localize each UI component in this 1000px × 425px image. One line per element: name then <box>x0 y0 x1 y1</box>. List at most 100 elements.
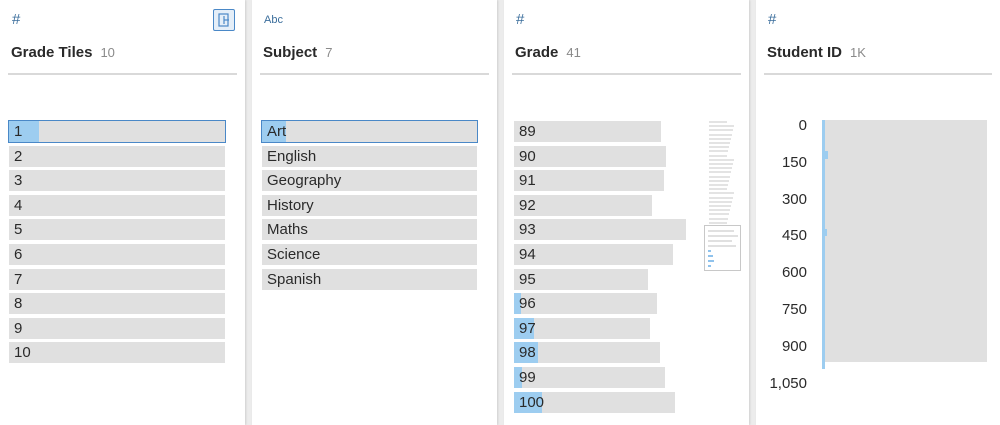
value-row[interactable]: 95 <box>514 268 648 290</box>
value-row[interactable]: 5 <box>9 219 225 241</box>
value-label: 2 <box>14 147 23 165</box>
value-row[interactable]: 96 <box>514 293 657 315</box>
value-label: 95 <box>519 270 536 288</box>
field-name: Subject <box>263 44 318 61</box>
minimap-line <box>709 150 728 153</box>
header-divider <box>8 73 237 75</box>
minimap-line <box>709 217 728 220</box>
value-row[interactable]: 94 <box>514 244 673 265</box>
value-row[interactable]: 90 <box>514 145 666 167</box>
field-title[interactable]: Subject 7 <box>263 44 332 61</box>
value-label: Art <box>267 123 287 140</box>
minimap-line <box>709 221 727 224</box>
value-row[interactable]: 3 <box>9 170 225 192</box>
value-row[interactable]: Science <box>262 244 477 265</box>
value-label: Science <box>267 246 321 263</box>
split-pane-button[interactable] <box>213 9 235 31</box>
value-label: 98 <box>519 344 536 362</box>
value-row[interactable]: 98 <box>514 342 660 364</box>
value-label: 8 <box>14 295 23 313</box>
value-bar <box>9 170 225 192</box>
value-bar <box>9 244 225 265</box>
header-divider <box>764 73 992 75</box>
axis-tick-label: 0 <box>798 117 807 134</box>
minimap-line <box>709 133 732 136</box>
minimap-line <box>709 129 733 132</box>
value-bar <box>9 121 225 142</box>
field-name: Student ID <box>767 44 842 61</box>
value-row[interactable]: 8 <box>9 293 225 315</box>
field-title[interactable]: Grade 41 <box>515 44 581 61</box>
minimap-viewport[interactable] <box>704 225 741 271</box>
value-row[interactable]: 6 <box>9 244 225 265</box>
minimap-line <box>709 158 734 161</box>
value-bar <box>262 121 477 142</box>
value-row[interactable]: 99 <box>514 367 665 388</box>
axis-tick-label: 1,050 <box>769 374 807 392</box>
minimap-line <box>709 171 731 174</box>
value-label: 90 <box>519 147 536 165</box>
histogram-bin[interactable] <box>822 352 987 362</box>
value-bar <box>9 194 225 216</box>
value-row[interactable]: Maths <box>262 219 477 241</box>
value-row[interactable]: 1 <box>8 120 226 143</box>
value-bar <box>9 317 225 339</box>
value-row[interactable]: 89 <box>514 121 661 142</box>
value-row[interactable]: 2 <box>9 145 225 167</box>
value-label: 6 <box>14 246 23 263</box>
number-type-icon: # <box>12 11 21 28</box>
value-label: 4 <box>14 196 23 214</box>
profile-card-grade-tiles: # Grade Tiles 10 1 2 3 4 5 6 7 8 9 10 <box>0 0 245 425</box>
value-row[interactable]: 100 <box>514 391 675 413</box>
value-bar <box>514 219 686 241</box>
value-bar <box>514 170 664 192</box>
value-bar <box>514 367 665 388</box>
axis-tick-label: 300 <box>781 190 807 208</box>
value-label: 7 <box>14 270 23 288</box>
minimap-line <box>709 175 730 178</box>
value-bar <box>514 244 673 265</box>
minimap-line <box>709 154 727 157</box>
minimap-line <box>709 137 731 140</box>
value-bar <box>514 121 661 142</box>
minimap-line <box>709 163 733 165</box>
minimap-line <box>709 200 732 203</box>
value-label: English <box>267 147 317 165</box>
value-row[interactable]: History <box>262 194 477 216</box>
number-type-icon: # <box>516 11 525 28</box>
field-title[interactable]: Student ID 1K <box>767 44 866 61</box>
value-row[interactable]: 92 <box>514 194 652 216</box>
value-label: Maths <box>267 221 308 239</box>
minimap-line <box>709 142 730 144</box>
value-row[interactable]: 93 <box>514 219 686 241</box>
value-row[interactable]: Geography <box>262 170 477 192</box>
value-row[interactable]: Art <box>261 120 478 143</box>
value-row[interactable]: English <box>262 145 477 167</box>
minimap-line <box>709 167 732 170</box>
minimap-line <box>709 213 729 216</box>
distinct-count: 10 <box>100 45 115 60</box>
value-row[interactable]: 4 <box>9 194 225 216</box>
value-row[interactable]: 10 <box>9 342 225 364</box>
value-row[interactable]: 9 <box>9 317 225 339</box>
string-type-icon: Abc <box>264 14 283 26</box>
value-row[interactable]: Spanish <box>262 268 477 290</box>
minimap-line <box>709 205 731 207</box>
value-row[interactable]: 7 <box>9 268 225 290</box>
axis-tick-label: 900 <box>781 337 807 355</box>
header-divider <box>512 73 741 75</box>
value-label: 91 <box>519 172 536 190</box>
value-label: 10 <box>14 344 31 362</box>
value-bar <box>514 145 666 167</box>
value-label: Spanish <box>267 270 322 288</box>
field-title[interactable]: Grade Tiles 10 <box>11 44 115 61</box>
value-label: 93 <box>519 221 536 239</box>
minimap-line <box>709 196 733 199</box>
axis-tick-label: 600 <box>781 264 807 282</box>
value-row[interactable]: 97 <box>514 317 650 339</box>
value-label: 5 <box>14 221 23 239</box>
value-row[interactable]: 91 <box>514 170 664 192</box>
distinct-count: 7 <box>325 45 333 60</box>
minimap-line <box>709 184 728 186</box>
histogram-bin-highlight <box>822 360 825 370</box>
